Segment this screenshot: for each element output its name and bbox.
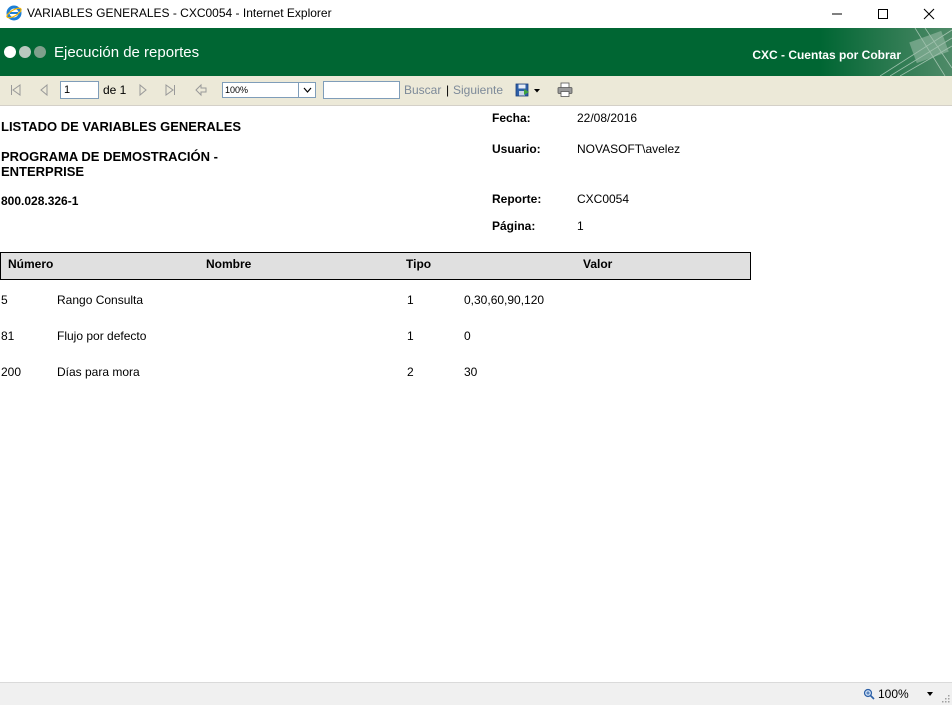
status-bar: 100% bbox=[0, 682, 952, 705]
zoom-control[interactable]: 100% bbox=[863, 687, 936, 701]
zoom-select[interactable]: 100% bbox=[222, 82, 316, 98]
toolbar-separator: | bbox=[446, 83, 450, 97]
minimize-button[interactable] bbox=[814, 0, 860, 28]
dot-icon bbox=[34, 46, 46, 58]
cell-numero: 5 bbox=[1, 293, 8, 307]
print-icon[interactable] bbox=[557, 82, 573, 98]
previous-page-icon[interactable] bbox=[37, 83, 51, 97]
dot-icon bbox=[19, 46, 31, 58]
maximize-icon bbox=[878, 9, 888, 19]
page-label: Página: bbox=[492, 219, 536, 233]
find-next-link[interactable]: Siguiente bbox=[453, 83, 503, 97]
search-input[interactable] bbox=[323, 81, 400, 99]
maximize-button[interactable] bbox=[860, 0, 906, 28]
column-header-numero: Número bbox=[8, 257, 54, 271]
window-title: VARIABLES GENERALES - CXC0054 - Internet… bbox=[27, 6, 332, 20]
dot-icon bbox=[4, 46, 16, 58]
close-button[interactable] bbox=[906, 0, 952, 28]
report-nit: 800.028.326-1 bbox=[1, 194, 79, 208]
cell-numero: 81 bbox=[1, 329, 15, 343]
cell-valor: 0 bbox=[464, 329, 471, 343]
chevron-down-icon[interactable] bbox=[916, 689, 936, 699]
report-title: LISTADO DE VARIABLES GENERALES bbox=[1, 119, 242, 134]
banner-module: CXC - Cuentas por Cobrar bbox=[752, 48, 901, 62]
window-titlebar: VARIABLES GENERALES - CXC0054 - Internet… bbox=[0, 0, 952, 28]
back-icon[interactable] bbox=[194, 83, 208, 97]
user-value: NOVASOFT\avelez bbox=[577, 142, 681, 156]
report-toolbar: de 1 100% Buscar | Siguiente bbox=[0, 76, 952, 106]
cell-numero: 200 bbox=[1, 365, 22, 379]
cell-nombre: Días para mora bbox=[57, 365, 140, 379]
zoom-status-value: 100% bbox=[878, 687, 909, 701]
user-label: Usuario: bbox=[492, 142, 541, 156]
first-page-icon[interactable] bbox=[9, 83, 23, 97]
column-header-tipo: Tipo bbox=[406, 257, 432, 271]
close-icon bbox=[923, 8, 935, 20]
column-header-valor: Valor bbox=[583, 257, 613, 271]
cell-tipo: 2 bbox=[407, 365, 414, 379]
resize-grip-icon[interactable] bbox=[942, 695, 950, 703]
page-number-input[interactable] bbox=[60, 81, 99, 99]
last-page-icon[interactable] bbox=[163, 83, 177, 97]
chevron-down-icon[interactable] bbox=[298, 83, 315, 97]
page-count-label: de 1 bbox=[103, 83, 127, 97]
cell-tipo: 1 bbox=[407, 329, 414, 343]
zoom-icon bbox=[863, 688, 875, 700]
cell-nombre: Rango Consulta bbox=[57, 293, 144, 307]
table-header: Número Nombre Tipo Valor bbox=[0, 252, 751, 280]
column-header-nombre: Nombre bbox=[206, 257, 252, 271]
cell-nombre: Flujo por defecto bbox=[57, 329, 147, 343]
search-link[interactable]: Buscar bbox=[404, 83, 441, 97]
zoom-select-value: 100% bbox=[225, 85, 249, 95]
report-code-value: CXC0054 bbox=[577, 192, 630, 206]
report-code-label: Reporte: bbox=[492, 192, 542, 206]
banner-dots bbox=[4, 46, 46, 58]
cell-valor: 0,30,60,90,120 bbox=[464, 293, 545, 307]
ie-icon bbox=[6, 5, 22, 21]
next-page-icon[interactable] bbox=[136, 83, 150, 97]
cell-valor: 30 bbox=[464, 365, 478, 379]
banner-title: Ejecución de reportes bbox=[54, 44, 200, 61]
page-value: 1 bbox=[577, 219, 584, 233]
date-value: 22/08/2016 bbox=[577, 111, 638, 125]
export-icon[interactable] bbox=[515, 83, 541, 97]
report-company: PROGRAMA DE DEMOSTRACIÓN - ENTERPRISE bbox=[1, 149, 218, 179]
minimize-icon bbox=[832, 13, 842, 15]
date-label: Fecha: bbox=[492, 111, 531, 125]
cell-tipo: 1 bbox=[407, 293, 414, 307]
app-banner: Ejecución de reportes CXC - Cuentas por … bbox=[0, 28, 952, 76]
